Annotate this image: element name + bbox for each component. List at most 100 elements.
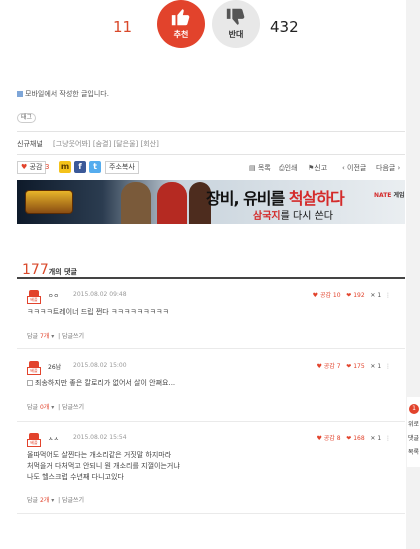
reply-label: 답글: [27, 497, 39, 504]
list-label: 목록: [257, 164, 271, 172]
comment-line: 죄송하지만 좋은 칼로리가 없어서 살이 안쪄요...: [35, 379, 176, 387]
comment-line-wrap: 죄송하지만 좋은 칼로리가 없어서 살이 안쪄요...: [27, 378, 175, 389]
comment-divider: [17, 513, 405, 514]
comment-heart-button[interactable]: ❤ 192: [346, 292, 364, 299]
comment-actions: ♥ 공감 8 ❤ 168 ✕ 1 ⋮: [316, 433, 391, 442]
comment-more-icon[interactable]: ⋮: [385, 292, 391, 299]
comment-like-button[interactable]: ♥ 공감 8: [316, 435, 340, 442]
banner-brand: NATE 게임: [374, 190, 405, 199]
downvote-count: 432: [270, 18, 299, 36]
tag-label: 태그: [17, 113, 37, 123]
comment-like-button[interactable]: ♥ 공감 10: [313, 292, 341, 299]
banner-headline-b: 척살하다: [288, 189, 345, 208]
comment-like-label: 공감: [323, 435, 335, 442]
best-badge-label: 베플: [27, 367, 41, 375]
prev-post-link[interactable]: ‹ 이전글: [342, 163, 366, 173]
comment-reply-row: 답글 7개 ▾ | 답글쓰기: [27, 333, 85, 340]
reply-label: 답글: [27, 333, 39, 340]
comment-like-label: 공감: [319, 292, 331, 299]
post-content: 11 추천 반대 432 모바일에서 작성한 글입니다. 태그 신규채널 [그냥…: [0, 0, 406, 549]
comment-heart-button[interactable]: ❤ 175: [346, 363, 364, 370]
reply-toggle[interactable]: 답글 0개 ▾: [27, 404, 54, 411]
comment-heart-count: 168: [353, 435, 365, 442]
comment-author[interactable]: ㅅㅅ: [48, 434, 59, 443]
comment-line: ㅋㅋㅋㅋ트레이너 드립 쩐다 ㅋㅋㅋㅋㅋㅋㅋㅋㅋ: [27, 308, 169, 316]
comment-date: 2015.08.02 15:54: [73, 434, 127, 441]
comment-line: 올따먹어도 살찐다는 개소리같은 거짓말 하지마라: [27, 451, 172, 459]
comment-actions: ♥ 공감 7 ❤ 175 ✕ 1 ⋮: [316, 361, 391, 370]
mobile-icon: [17, 91, 23, 97]
prev-label: 이전글: [347, 164, 367, 172]
chevron-down-icon: ▾: [51, 404, 55, 411]
side-top-badge[interactable]: 1: [409, 404, 419, 414]
comment-heart-button[interactable]: ❤ 168: [346, 435, 364, 442]
twitter-share-icon[interactable]: t: [89, 161, 101, 173]
print-link[interactable]: ⎙인쇄: [279, 163, 298, 173]
comments-count: 177: [22, 262, 49, 278]
divider: [17, 131, 405, 132]
reply-label: 답글: [27, 404, 39, 411]
upvote-count: 11: [113, 18, 133, 36]
upvote-label: 추천: [173, 30, 189, 39]
side-item-top[interactable]: 위로: [408, 419, 420, 428]
like-button[interactable]: ♥ 공감: [17, 161, 47, 174]
reply-toggle[interactable]: 답글 2개 ▾: [27, 497, 54, 504]
reply-toggle[interactable]: 답글 7개 ▾: [27, 333, 54, 340]
reply-write-link[interactable]: 답글쓰기: [62, 497, 84, 504]
chevron-down-icon: ▾: [51, 333, 55, 340]
print-label: 인쇄: [284, 164, 298, 172]
comment-body: ㅋㅋㅋㅋ트레이너 드립 쩐다 ㅋㅋㅋㅋㅋㅋㅋㅋㅋ: [27, 307, 169, 318]
ad-banner[interactable]: 장비, 유비를 척살하다 삼국지를 다시 쓴다 NATE 게임: [17, 180, 405, 224]
image-icon: [27, 380, 33, 386]
banner-headline-a: 장비, 유비를: [206, 189, 289, 208]
upvote-button[interactable]: 추천: [157, 0, 205, 48]
mobile-note: 모바일에서 작성한 글입니다.: [17, 89, 109, 99]
comment-like-count: 10: [332, 292, 341, 299]
comment-more-icon[interactable]: ⋮: [385, 363, 391, 370]
divider: [17, 154, 405, 155]
list-link[interactable]: ▤ 목록: [249, 163, 271, 173]
post-toolbar: ♥ 공감 3 m f t 주소복사 ▤ 목록 ⎙인쇄 ⚑신고 ‹ 이전글 다음글…: [17, 161, 405, 175]
mobile-note-text: 모바일에서 작성한 글입니다.: [25, 90, 109, 98]
comment-body: 올따먹어도 살찐다는 개소리같은 거짓말 하지마라 처먹을거 다처먹고 안되니 …: [27, 450, 180, 483]
banner-sub-b: 를 다시 쓴다: [280, 211, 333, 222]
best-badge-label: 베플: [27, 296, 41, 304]
comment-dislike-button[interactable]: ✕ 1: [370, 292, 381, 299]
banner-brand-suffix: 게임: [393, 192, 405, 199]
downvote-button[interactable]: 반대: [212, 0, 260, 48]
best-badge-icon: 베플: [27, 361, 41, 376]
reply-write-link[interactable]: 답글쓰기: [62, 333, 84, 340]
side-item-list[interactable]: 목록: [408, 447, 420, 456]
best-badge-icon: 베플: [27, 290, 41, 305]
banner-character: [121, 182, 151, 224]
comment-author[interactable]: ㅇㅇ: [48, 291, 59, 300]
facebook-share-icon[interactable]: f: [74, 161, 86, 173]
comment-like-label: 공감: [323, 363, 335, 370]
comment-date: 2015.08.02 15:00: [73, 362, 127, 369]
copy-url-button[interactable]: 주소복사: [105, 161, 139, 174]
comment-dislike-button[interactable]: ✕ 1: [370, 435, 381, 442]
comment-like-count: 8: [336, 435, 341, 442]
comment-line: 처먹을거 다처먹고 안되니 뭔 개소리를 지껄이는거냐: [27, 462, 180, 470]
comment-more-icon[interactable]: ⋮: [385, 435, 391, 442]
reply-write-link[interactable]: 답글쓰기: [62, 404, 84, 411]
report-link[interactable]: ⚑신고: [308, 163, 327, 173]
comment-author[interactable]: 26남: [48, 362, 61, 371]
side-item-comments[interactable]: 댓글: [408, 433, 420, 442]
like-count: 3: [45, 163, 50, 171]
next-post-link[interactable]: 다음글 ›: [376, 163, 400, 173]
best-badge-label: 베플: [27, 439, 41, 447]
reply-count: 7개: [39, 333, 50, 340]
mypeople-share-icon[interactable]: m: [59, 161, 71, 173]
comments-divider: [17, 277, 405, 279]
comment-heart-count: 192: [353, 292, 365, 299]
list-icon: ▤: [249, 164, 256, 172]
like-label: 공감: [29, 163, 43, 171]
new-channel-links[interactable]: [그냥웃어봐] [숨결] [달은울] [회산]: [53, 140, 159, 148]
comment-like-button[interactable]: ♥ 공감 7: [316, 363, 340, 370]
thumbs-up-icon: [171, 9, 190, 26]
comment-dislike-button[interactable]: ✕ 1: [370, 363, 381, 370]
banner-headline: 장비, 유비를 척살하다: [206, 185, 345, 209]
comment-reply-row: 답글 0개 ▾ | 답글쓰기: [27, 404, 85, 411]
banner-brand-name: NATE: [374, 192, 392, 199]
